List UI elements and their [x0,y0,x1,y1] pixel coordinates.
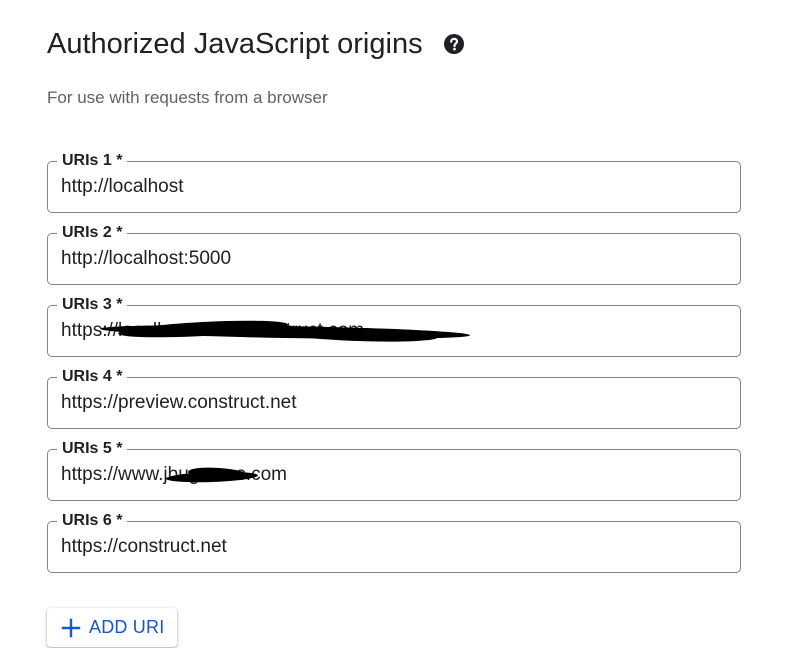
uri-input-2[interactable] [61,247,728,271]
uri-field-5[interactable]: URIs 5 * [47,440,741,501]
uri-field-6[interactable]: URIs 6 * [47,512,741,573]
uri-input-3[interactable] [61,319,728,343]
add-uri-label: ADD URI [89,617,165,637]
uri-field-label: URIs 5 * [57,440,128,458]
uri-field-label: URIs 6 * [57,512,128,530]
uri-field-2[interactable]: URIs 2 * [47,224,741,285]
uri-field-label: URIs 3 * [57,296,128,314]
title-row: Authorized JavaScript origins [47,24,465,64]
uri-field-1[interactable]: URIs 1 * [47,152,741,213]
plus-icon [61,618,81,638]
uri-input-4[interactable] [61,391,728,415]
uri-field-label: URIs 2 * [57,224,128,242]
authorized-origins-section: Authorized JavaScript origins For use wi… [0,0,797,648]
help-circle-icon[interactable] [443,33,465,55]
section-title: Authorized JavaScript origins [47,28,423,60]
uri-field-3[interactable]: URIs 3 * [47,296,741,357]
section-subtitle: For use with requests from a browser [47,88,328,107]
uri-field-label: URIs 1 * [57,152,128,170]
add-uri-button[interactable]: ADD URI [47,608,177,647]
uri-field-label: URIs 4 * [57,368,128,386]
uri-field-4[interactable]: URIs 4 * [47,368,741,429]
uri-input-5[interactable] [61,463,728,487]
uri-input-6[interactable] [61,535,728,559]
uri-input-1[interactable] [61,175,728,199]
